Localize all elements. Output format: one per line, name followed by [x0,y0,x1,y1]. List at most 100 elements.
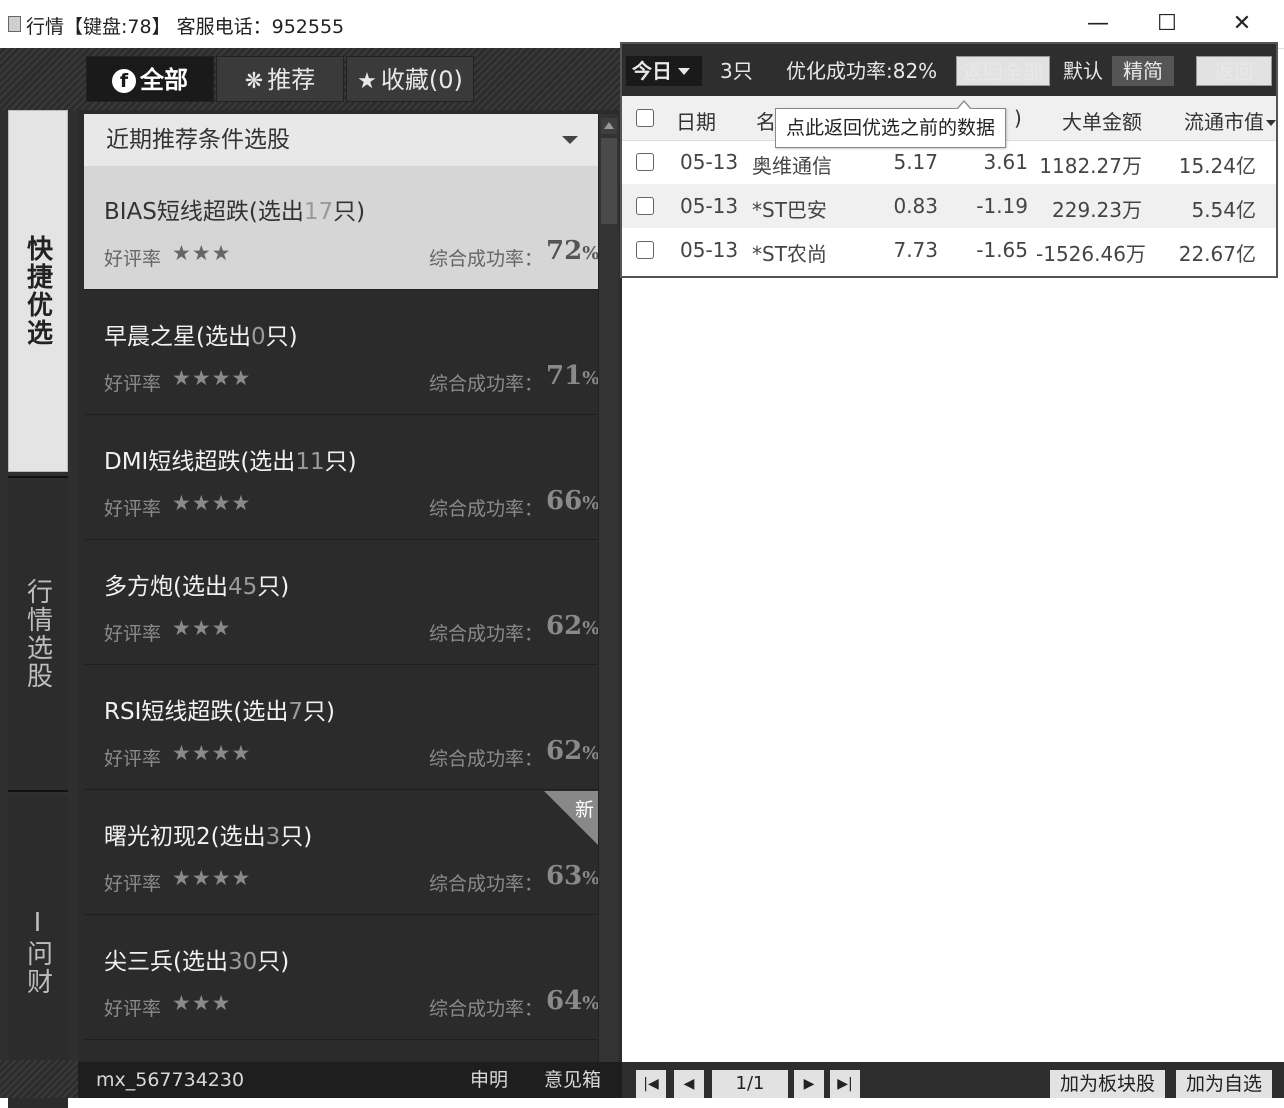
column-float-cap[interactable]: 流通市值 [1184,106,1276,135]
rating-stars-icon: ★★★★ [172,366,252,390]
table-row[interactable]: 05-13 *ST农尚 7.73 -1.65 -1526.46万 22.67亿 [622,228,1276,272]
strategy-name-suffix: 只) [302,699,335,725]
column-float-cap-label: 流通市值 [1184,110,1264,134]
tab-all[interactable]: f 全部 [86,56,214,102]
strategy-name-text: 多方炮(选出 [104,574,228,600]
strategy-item[interactable]: BIAS短线超跌(选出17只) 好评率 ★★★ 综合成功率： 72% [84,166,598,290]
percent-sign: % [582,618,598,639]
row-checkbox[interactable] [636,241,654,259]
success-rate-number: 72 [546,236,583,266]
dropdown-label: 近期推荐条件选股 [106,127,290,153]
strategy-item[interactable]: 尖三兵(选出30只) 好评率 ★★★ 综合成功率： 64% [84,916,598,1040]
sort-desc-icon[interactable] [1266,120,1276,126]
last-page-button[interactable]: ▶| [830,1070,860,1098]
rating-label: 好评率 [104,998,162,1020]
tab-recommended[interactable]: ❋ 推荐 [216,56,344,102]
return-all-tooltip: 点此返回优选之前的数据 [775,100,1007,148]
chevron-down-icon [678,68,690,75]
cell-change: -1.19 [976,194,1028,218]
list-scrollbar[interactable] [598,114,619,1090]
results-toolbar: 今日 3只 优化成功率:82% 返回全部 默认 精简 返回 [622,44,1276,96]
success-rate-number: 71 [546,361,583,391]
minimize-button[interactable]: — [1075,6,1121,42]
add-to-block-button[interactable]: 加为板块股 [1050,1070,1166,1098]
chevron-down-icon [562,136,578,144]
rating-label: 好评率 [104,498,162,520]
cell-float-cap: 15.24亿 [1178,154,1256,178]
strategy-item[interactable]: RSI短线超跌(选出7只) 好评率 ★★★★ 综合成功率： 62% [84,666,598,790]
strategy-name-text: RSI短线超跌(选出 [104,699,289,725]
success-rate-label: 综合成功率： [429,748,544,770]
strategy-name: 多方炮(选出45只) [104,567,289,601]
strategy-name: BIAS短线超跌(选出17只) [104,192,365,226]
optimized-success-rate: 优化成功率:82% [786,59,938,83]
tab-favorites-label: 收藏(0) [380,66,463,94]
disclaimer-link[interactable]: 申明 [470,1062,508,1098]
scroll-thumb[interactable] [601,138,617,224]
add-to-watchlist-button[interactable]: 加为自选 [1176,1070,1273,1098]
new-badge-label: 新 [574,799,594,821]
tab-favorites[interactable]: ★ 收藏(0) [346,56,474,102]
date-range-dropdown[interactable]: 今日 [626,56,702,86]
strategy-item[interactable]: 早晨之星(选出0只) 好评率 ★★★★ 综合成功率： 71% [84,291,598,415]
strategy-item[interactable]: DMI短线超跌(选出11只) 好评率 ★★★★ 综合成功率： 66% [84,416,598,540]
prev-page-button[interactable]: ◀ [674,1070,704,1098]
scroll-up-arrow-icon[interactable] [601,118,617,134]
maximize-button[interactable]: ☐ [1144,6,1190,42]
rating-label: 好评率 [104,373,162,395]
default-view-button[interactable]: 默认 [1058,56,1108,86]
cell-change: -1.65 [976,238,1028,262]
strategy-count: 7 [288,699,303,725]
success-rate-value: 66% [546,486,598,516]
column-big-order[interactable]: 大单金额 [1062,106,1142,135]
strategy-name-suffix: 只) [333,199,366,225]
success-rate-label: 综合成功率： [429,998,544,1020]
success-rate-label: 综合成功率： [429,248,544,270]
cell-big-order: 1182.27万 [1039,154,1142,178]
select-all-checkbox[interactable] [636,109,654,127]
strategy-count: 11 [295,449,325,475]
tab-all-label: 全部 [140,66,188,94]
cell-price: 0.83 [893,194,938,218]
column-change[interactable]: ) [1014,106,1022,130]
cell-price: 5.17 [893,150,938,174]
strategy-item[interactable]: 曙光初现2(选出3只) 好评率 ★★★★ 综合成功率： 63% 新 [84,791,598,915]
result-count: 3只 [720,59,753,83]
strategy-count: 17 [303,199,334,225]
row-checkbox[interactable] [636,197,654,215]
cell-date: 05-13 [680,238,739,262]
cell-big-order: 229.23万 [1052,198,1142,222]
strategy-count: 3 [265,824,281,850]
date-range-label: 今日 [632,59,672,83]
rating-label: 好评率 [104,248,162,270]
back-button[interactable]: 返回 [1196,56,1272,86]
facebook-icon: f [112,69,136,93]
strategy-item[interactable]: 多方炮(选出45只) 好评率 ★★★ 综合成功率： 62% [84,541,598,665]
first-page-button[interactable]: |◀ [636,1070,666,1098]
close-button[interactable]: ✕ [1219,6,1265,42]
page-indicator: 1/1 [712,1070,788,1098]
strategy-name: 尖三兵(选出30只) [104,942,289,976]
strategy-name-text: 尖三兵(选出 [104,949,228,975]
rating-stars-icon: ★★★★ [172,866,252,890]
strategy-category-dropdown[interactable]: 近期推荐条件选股 [84,114,598,166]
results-footer: |◀ ◀ 1/1 ▶ ▶| 加为板块股 加为自选 [622,1062,1284,1098]
success-rate-label: 综合成功率： [429,373,544,395]
success-rate-label: 综合成功率： [429,623,544,645]
table-row[interactable]: 05-13 *ST巴安 0.83 -1.19 229.23万 5.54亿 [622,184,1276,228]
column-name[interactable]: 名 [756,106,776,135]
cell-stock-name[interactable]: *ST巴安 [752,194,827,223]
cell-stock-name[interactable]: *ST农尚 [752,238,827,267]
side-tab-market-select[interactable]: 行情选股 [8,476,68,792]
cell-stock-name[interactable]: 奥维通信 [752,150,832,179]
rating-stars-icon: ★★★★ [172,491,252,515]
row-checkbox[interactable] [636,153,654,171]
feedback-link[interactable]: 意见箱 [544,1062,601,1098]
return-all-button[interactable]: 返回全部 [956,56,1050,86]
next-page-button[interactable]: ▶ [794,1070,824,1098]
compact-view-button[interactable]: 精简 [1112,56,1174,86]
side-tab-quick-select[interactable]: 快捷优选 [8,110,68,472]
results-panel: 今日 3只 优化成功率:82% 返回全部 默认 精简 返回 日期 名 ) 大单金… [620,42,1278,278]
column-date[interactable]: 日期 [676,106,716,135]
success-rate-number: 62 [546,611,583,641]
